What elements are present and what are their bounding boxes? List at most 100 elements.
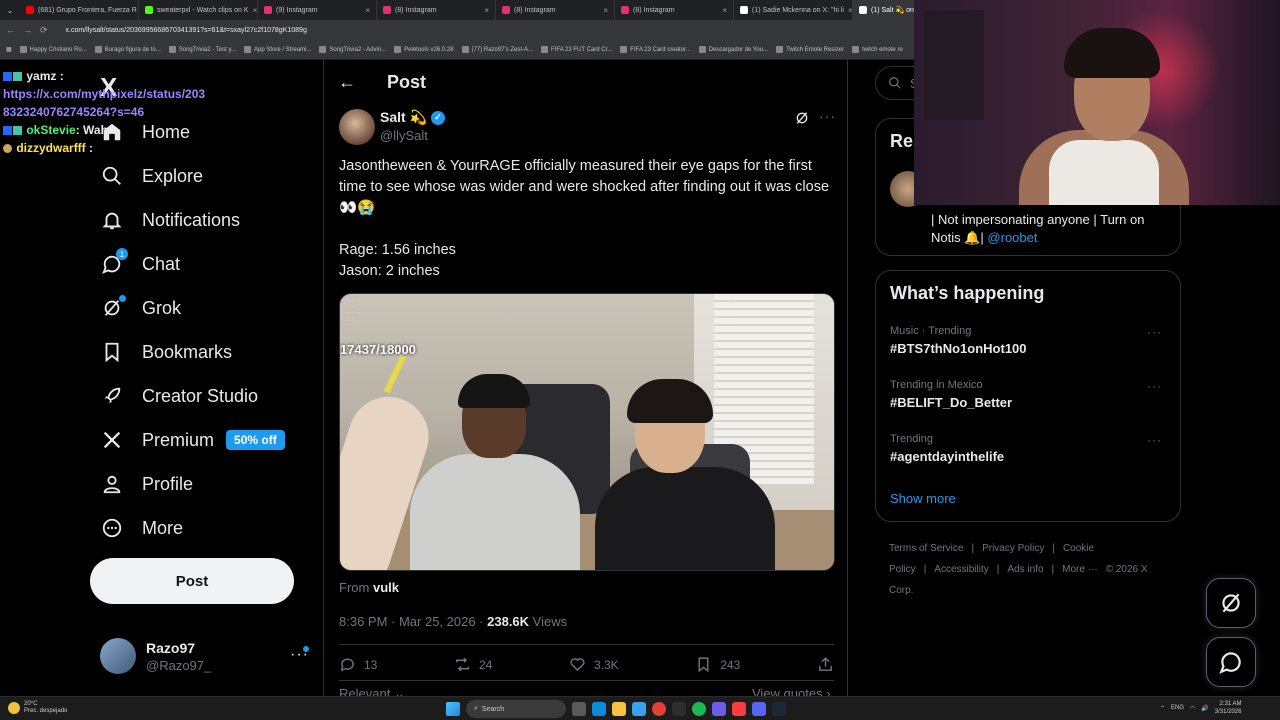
- bookmark-favicon-icon: [94, 46, 102, 53]
- file-explorer-icon[interactable]: [572, 702, 586, 716]
- bookmark-item[interactable]: FIFA 23 Card creator...: [620, 46, 691, 53]
- folder-icon[interactable]: [612, 702, 626, 716]
- tab-close-icon[interactable]: ×: [253, 6, 257, 15]
- tab-close-icon[interactable]: ×: [365, 6, 370, 15]
- nav-grok[interactable]: Grok: [100, 295, 181, 320]
- tray-chevron-icon[interactable]: ⌃: [1160, 705, 1165, 712]
- app-icon[interactable]: [752, 702, 766, 716]
- share-button[interactable]: [817, 656, 834, 673]
- footer-link[interactable]: Terms of Service: [889, 543, 963, 554]
- reply-button[interactable]: 13: [339, 656, 377, 673]
- nav-creator-studio[interactable]: Creator Studio: [100, 384, 258, 408]
- steam-icon[interactable]: [772, 702, 786, 716]
- post-text-line: Jasontheween & YourRAGE officially measu…: [339, 158, 830, 216]
- grok-explain-icon[interactable]: [794, 110, 810, 126]
- weather-widget[interactable]: 20°C Prec. despejado: [8, 701, 67, 715]
- bookmark-item[interactable]: Twitch Emote Resizer: [776, 46, 844, 53]
- bookmark-item[interactable]: FIFA 23 FUT Card Cr...: [541, 46, 612, 53]
- tab-close-icon[interactable]: ×: [484, 6, 489, 15]
- edge-icon[interactable]: [592, 702, 606, 716]
- bookmark-item[interactable]: SongTrivia2 - Advin...: [319, 46, 386, 53]
- clock[interactable]: 2:31 AM 3/31/2026: [1215, 700, 1242, 716]
- tab-search-icon[interactable]: ⌄: [0, 6, 20, 15]
- wifi-icon[interactable]: ◠: [1190, 705, 1195, 712]
- browser-tab[interactable]: (8) Instagram ×: [377, 0, 496, 20]
- bookmark-item[interactable]: Descargador de You...: [698, 46, 768, 53]
- bookmark-item[interactable]: App Store / Streami...: [244, 46, 311, 53]
- browser-tab[interactable]: (681) Grupo Frontera, Fuerza R×: [20, 0, 139, 20]
- bookmark-button[interactable]: 243: [695, 656, 740, 673]
- post-more-icon[interactable]: ···: [819, 108, 836, 124]
- nav-chat[interactable]: 1 Chat: [100, 248, 180, 276]
- author-name[interactable]: Salt 💫 ✓: [380, 109, 445, 126]
- post-timestamp[interactable]: 8:36 PM · Mar 25, 2026 ·: [339, 614, 487, 629]
- tab-favicon-icon: [621, 6, 629, 14]
- discord-icon[interactable]: [712, 702, 726, 716]
- footer-link[interactable]: Privacy Policy: [982, 543, 1044, 554]
- nav-premium[interactable]: Premium 50% off: [100, 428, 285, 452]
- tab-close-icon[interactable]: ×: [848, 6, 852, 15]
- chrome-icon[interactable]: [652, 702, 666, 716]
- browser-tab[interactable]: (1) Sadie Mckenna on X: "hi li ×: [734, 0, 853, 20]
- language-indicator[interactable]: ENG: [1171, 705, 1184, 711]
- like-button[interactable]: 3.3K: [569, 656, 619, 673]
- apps-icon[interactable]: ▦: [6, 46, 12, 53]
- trend-more-icon[interactable]: ···: [1147, 325, 1162, 339]
- repost-button[interactable]: 24: [454, 656, 492, 673]
- video-counter-overlay: 17437/18000: [340, 342, 416, 357]
- nav-bookmarks[interactable]: Bookmarks: [100, 340, 232, 364]
- url-field[interactable]: x.com/llysalt/status/2036995668670341391…: [66, 27, 307, 34]
- relevant-bio: | Not impersonating anyone | Turn on Not…: [931, 211, 1171, 247]
- back-arrow-icon[interactable]: ←: [338, 72, 356, 93]
- footer-link[interactable]: Accessibility: [934, 564, 988, 575]
- trend-item[interactable]: Trending #agentdayinthelife ···: [890, 433, 1170, 464]
- forward-icon[interactable]: →: [23, 25, 32, 35]
- account-switcher[interactable]: Razo97 @Razo97_: [100, 638, 211, 674]
- store-icon[interactable]: [632, 702, 646, 716]
- bookmark-item[interactable]: twitch emote re: [852, 46, 903, 53]
- author-handle[interactable]: @llySalt: [380, 128, 428, 143]
- tab-close-icon[interactable]: ×: [722, 6, 727, 15]
- tab-close-icon[interactable]: ×: [603, 6, 608, 15]
- trend-more-icon[interactable]: ···: [1147, 433, 1162, 447]
- footer-link[interactable]: More ···: [1062, 564, 1098, 575]
- nav-profile[interactable]: Profile: [100, 472, 193, 496]
- browser-tab[interactable]: (9) Instagram ×: [258, 0, 377, 20]
- bookmark-item[interactable]: SongTrivia2 - Test y...: [168, 46, 236, 53]
- windows-start-icon[interactable]: [446, 702, 460, 716]
- search-icon: [889, 77, 901, 89]
- trend-more-icon[interactable]: ···: [1147, 379, 1162, 393]
- grok-fab-button[interactable]: [1206, 578, 1256, 628]
- taskbar-search[interactable]: ⌕ Search: [466, 700, 566, 718]
- back-icon[interactable]: ←: [6, 25, 15, 35]
- messages-fab-button[interactable]: [1206, 637, 1256, 687]
- author-avatar[interactable]: [339, 109, 375, 145]
- music-icon[interactable]: [732, 702, 746, 716]
- browser-tab[interactable]: sweaterpxl - Watch clips on K ×: [139, 0, 258, 20]
- volume-icon[interactable]: 🔊: [1201, 705, 1208, 712]
- source-link[interactable]: vulk: [373, 580, 399, 595]
- reload-icon[interactable]: ⟳: [40, 25, 48, 36]
- bookmark-item[interactable]: (77) Razo97's Zest-A...: [461, 46, 534, 53]
- bookmark-item[interactable]: Peletools v26.0.28: [394, 46, 454, 53]
- show-more-link[interactable]: Show more: [890, 491, 956, 506]
- nav-explore[interactable]: Explore: [100, 164, 203, 188]
- post-video[interactable]: 17437/18000 · · · · · · · · · · · · · · ·…: [339, 293, 835, 571]
- post-button[interactable]: Post: [90, 558, 294, 604]
- bio-mention-link[interactable]: @roobet: [987, 230, 1037, 245]
- trend-item[interactable]: Music · Trending #BTS7thNo1onHot100 ···: [890, 325, 1170, 356]
- nav-more[interactable]: More: [100, 516, 183, 540]
- obs-icon[interactable]: [672, 702, 686, 716]
- bookmark-item[interactable]: Burago figura de to...: [94, 46, 161, 53]
- trend-item[interactable]: Trending in Mexico #BELIFT_Do_Better ···: [890, 379, 1170, 410]
- bookmark-item[interactable]: Happy Cristiano Ro...: [19, 46, 87, 53]
- footer-link[interactable]: Ads info: [1007, 564, 1043, 575]
- bookmark-label: Twitch Emote Resizer: [786, 46, 845, 53]
- bell-icon: [100, 208, 124, 232]
- browser-tab[interactable]: (8) Instagram ×: [615, 0, 734, 20]
- nav-notifications[interactable]: Notifications: [100, 208, 240, 232]
- post-actions: 13 24 3.3K 243: [339, 656, 834, 673]
- spotify-icon[interactable]: [692, 702, 706, 716]
- bookmark-label: (77) Razo97's Zest-A...: [471, 46, 534, 53]
- browser-tab[interactable]: (8) Instagram ×: [496, 0, 615, 20]
